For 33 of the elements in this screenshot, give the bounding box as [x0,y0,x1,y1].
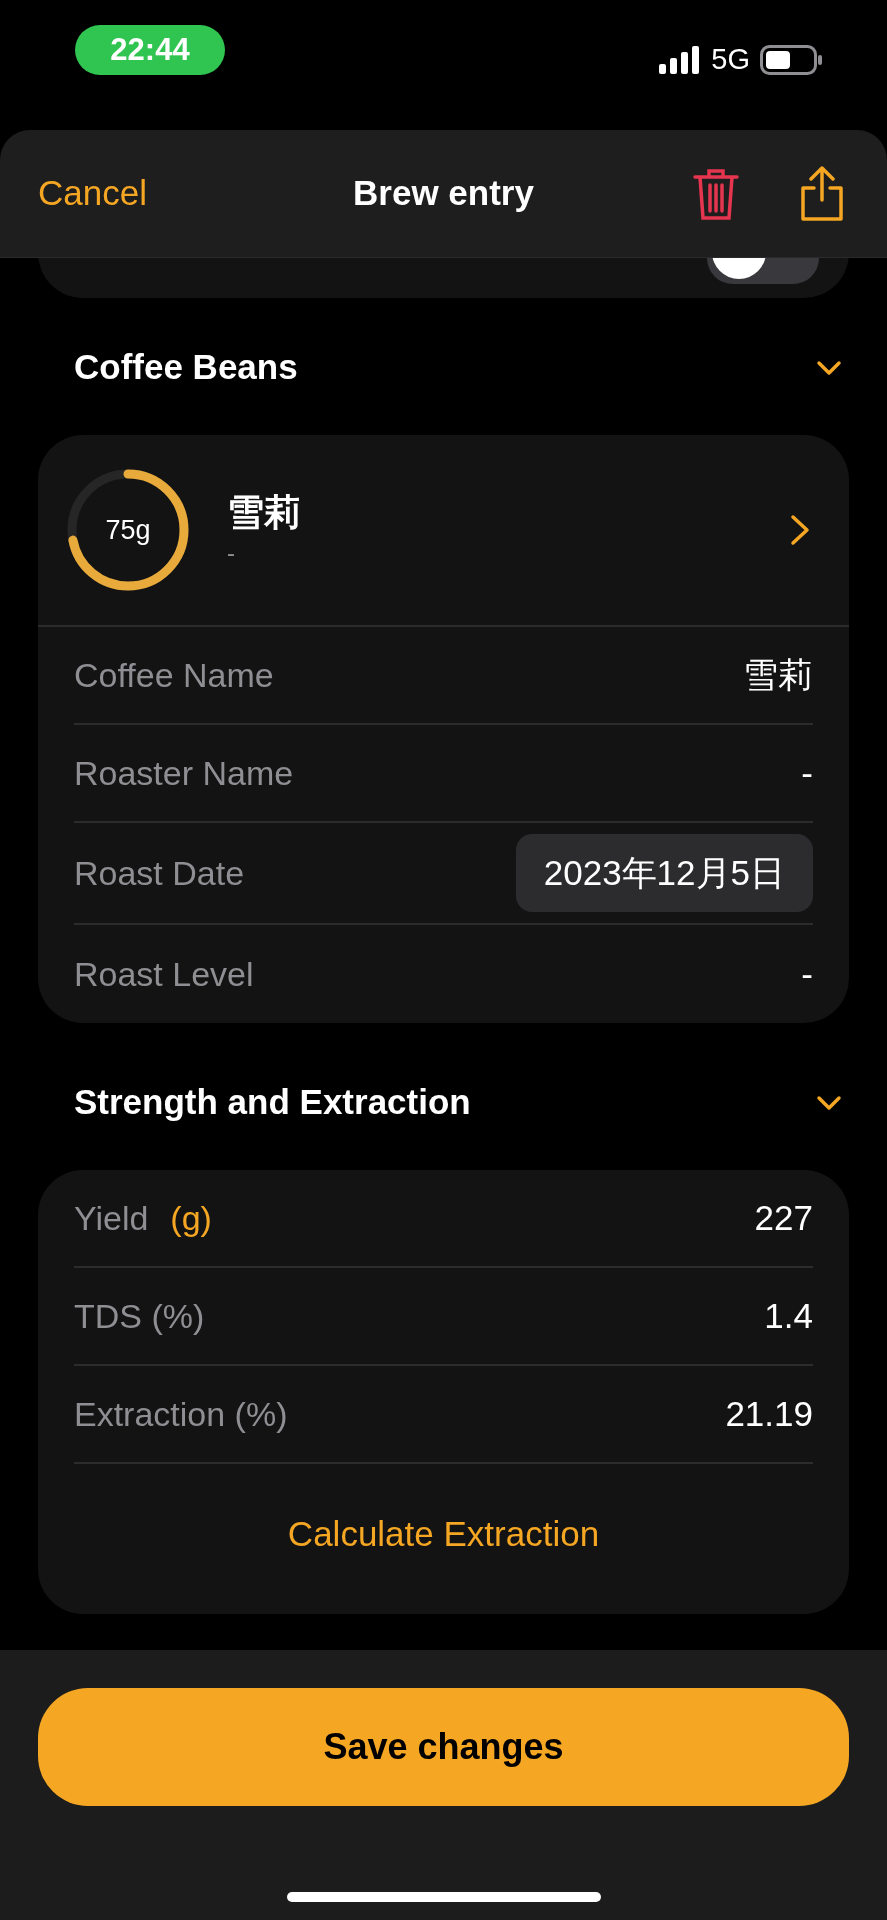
amount-label: 75g [105,513,151,547]
unit-label: (g) [170,1197,212,1239]
section-header: Strength and Extraction [74,1081,471,1124]
field-value[interactable]: 227 [754,1191,813,1245]
network-label: 5G [711,42,750,77]
clock: 22:44 [75,25,225,75]
bean-row[interactable]: 75g 雪莉 - [38,435,849,627]
bean-name: 雪莉 [227,491,301,536]
field-value[interactable]: 雪莉 [743,648,813,702]
trash-icon[interactable] [693,166,739,221]
field-label: Roast Date [74,852,245,894]
field-value[interactable]: - [801,746,813,800]
signal-icon [659,45,702,74]
date-picker[interactable]: 2023年12月5日 [515,834,813,912]
field-value[interactable]: - [801,947,813,1001]
calculate-extraction-button[interactable]: Calculate Extraction [287,1507,600,1561]
bean-subtitle: - [227,540,236,565]
field-label: Roast Level [74,953,254,995]
window-title: Brew entry [353,172,534,215]
field-label: Yield [74,1197,149,1239]
field-value[interactable]: 1.4 [764,1289,813,1343]
section-header: Coffee Beans [74,346,298,389]
field-label: Coffee Name [74,654,274,696]
toggle-switch[interactable] [707,258,819,284]
field-label: TDS (%) [74,1295,205,1337]
field-value[interactable]: 21.19 [725,1387,813,1441]
battery-icon [760,44,822,75]
field-label: Extraction (%) [74,1393,288,1435]
cancel-button[interactable]: Cancel [38,167,147,220]
save-button[interactable]: Save changes [38,1688,849,1806]
chevron-right-icon [789,513,811,547]
share-icon[interactable] [799,165,845,222]
field-label: Roaster Name [74,752,294,794]
